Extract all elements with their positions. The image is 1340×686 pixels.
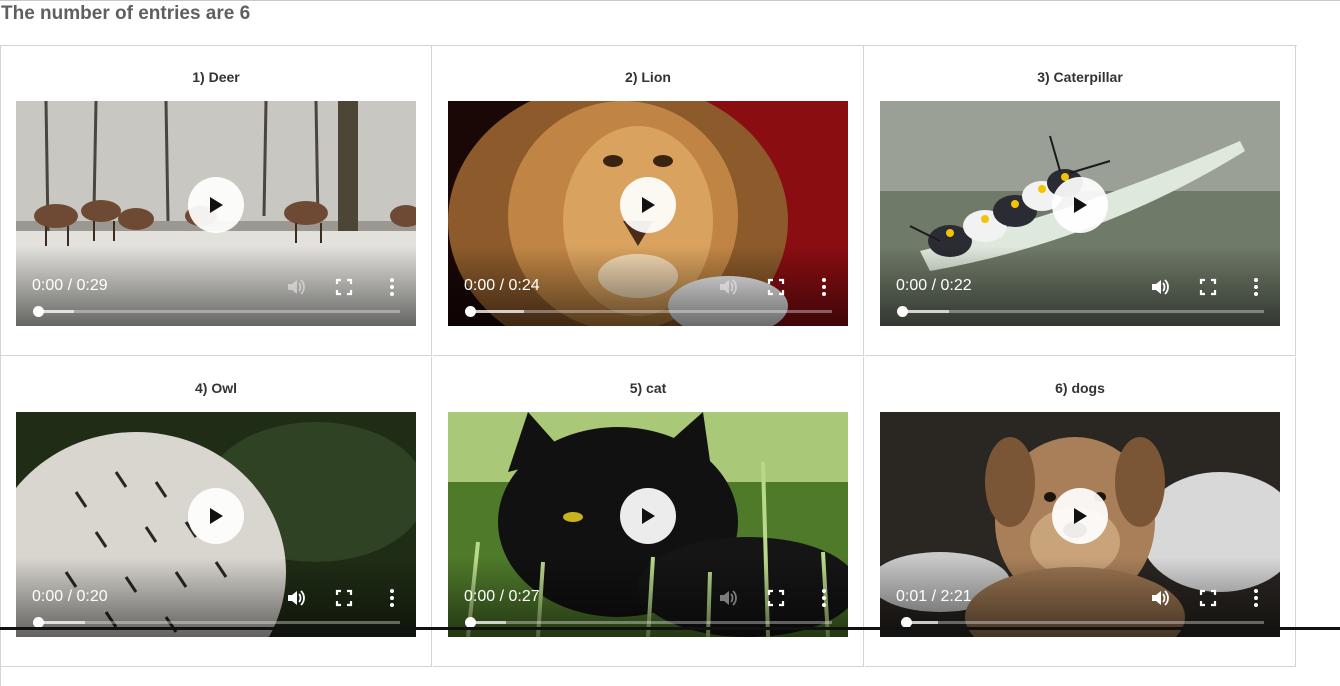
- more-vertical-icon: [822, 278, 826, 296]
- play-button[interactable]: [188, 488, 244, 544]
- buffered-bar: [38, 621, 86, 624]
- video-time: 0:00 / 0:24: [464, 277, 540, 294]
- video-player[interactable]: 0:00 / 0:24: [448, 101, 848, 326]
- video-player[interactable]: 0:00 / 0:29: [16, 101, 416, 326]
- more-vertical-icon: [390, 589, 394, 607]
- play-button[interactable]: [1052, 177, 1108, 233]
- seek-thumb[interactable]: [897, 306, 908, 317]
- video-time: 0:00 / 0:27: [464, 588, 540, 605]
- volume-button[interactable]: [286, 277, 306, 297]
- video-player[interactable]: 0:00 / 0:22: [880, 101, 1280, 326]
- more-vertical-icon: [1254, 589, 1258, 607]
- video-time: 0:01 / 2:21: [896, 588, 972, 605]
- volume-icon: [288, 279, 305, 295]
- video-card-dogs: 6) dogs 0:01 / 2:21: [865, 357, 1296, 667]
- play-icon: [1074, 197, 1087, 213]
- seek-bar[interactable]: [33, 306, 400, 317]
- fullscreen-button[interactable]: [1198, 588, 1218, 608]
- fullscreen-icon: [1199, 589, 1217, 607]
- video-card-owl: 4) Owl 0:00 / 0:20: [1, 357, 432, 667]
- volume-icon: [720, 279, 737, 295]
- fullscreen-icon: [335, 278, 353, 296]
- play-button[interactable]: [1052, 488, 1108, 544]
- fullscreen-icon: [767, 278, 785, 296]
- volume-button[interactable]: [1150, 277, 1170, 297]
- more-options-button[interactable]: [1246, 277, 1266, 297]
- volume-button[interactable]: [718, 588, 738, 608]
- seek-bar[interactable]: [900, 617, 1264, 628]
- play-icon: [642, 197, 655, 213]
- buffered-bar: [470, 310, 525, 313]
- video-time: 0:00 / 0:20: [32, 588, 108, 605]
- more-vertical-icon: [822, 589, 826, 607]
- video-title: 4) Owl: [194, 380, 237, 396]
- video-card-cat: 5) cat 0:00 / 0:27: [433, 357, 864, 667]
- volume-icon: [288, 590, 305, 606]
- video-card-caterpillar: 3) Caterpillar 0:00 / 0:22: [865, 46, 1296, 356]
- video-time: 0:00 / 0:22: [896, 277, 972, 294]
- seek-bar[interactable]: [33, 617, 400, 628]
- video-title: 3) Caterpillar: [1037, 69, 1123, 85]
- more-options-button[interactable]: [814, 588, 834, 608]
- fullscreen-icon: [1199, 278, 1217, 296]
- play-button[interactable]: [188, 177, 244, 233]
- entries-count-heading: The number of entries are 6: [1, 3, 251, 24]
- more-options-button[interactable]: [382, 588, 402, 608]
- play-icon: [210, 197, 223, 213]
- more-vertical-icon: [1254, 278, 1258, 296]
- video-time: 0:00 / 0:29: [32, 277, 108, 294]
- more-options-button[interactable]: [814, 277, 834, 297]
- volume-icon: [1152, 590, 1169, 606]
- more-options-button[interactable]: [382, 277, 402, 297]
- seek-bar[interactable]: [897, 306, 1264, 317]
- top-divider: [0, 0, 1340, 1]
- fullscreen-button[interactable]: [766, 277, 786, 297]
- fullscreen-icon: [335, 589, 353, 607]
- buffered-bar: [902, 310, 950, 313]
- fullscreen-button[interactable]: [334, 588, 354, 608]
- fullscreen-icon: [767, 589, 785, 607]
- fullscreen-button[interactable]: [334, 277, 354, 297]
- more-options-button[interactable]: [1246, 588, 1266, 608]
- play-icon: [1074, 508, 1087, 524]
- play-icon: [642, 508, 655, 524]
- seek-thumb[interactable]: [33, 306, 44, 317]
- video-card-lion: 2) Lion 0:00 / 0:24: [433, 46, 864, 356]
- seek-thumb[interactable]: [465, 306, 476, 317]
- video-card-deer: 1) Deer 0:00 / 0:29: [1, 46, 432, 356]
- volume-icon: [720, 590, 737, 606]
- fullscreen-button[interactable]: [1198, 277, 1218, 297]
- volume-button[interactable]: [1150, 588, 1170, 608]
- video-title: 2) Lion: [625, 69, 671, 85]
- seek-bar[interactable]: [465, 306, 832, 317]
- volume-button[interactable]: [718, 277, 738, 297]
- play-button[interactable]: [620, 488, 676, 544]
- video-player[interactable]: 0:00 / 0:27: [448, 412, 848, 637]
- video-player[interactable]: 0:01 / 2:21: [880, 412, 1280, 637]
- more-vertical-icon: [390, 278, 394, 296]
- video-grid: 1) Deer 0:00 / 0:29 2) Lion 0:00 / 0:24 …: [0, 45, 1297, 686]
- volume-button[interactable]: [286, 588, 306, 608]
- video-player[interactable]: 0:00 / 0:20: [16, 412, 416, 637]
- video-title: 6) dogs: [1055, 380, 1105, 396]
- video-title: 1) Deer: [192, 69, 240, 85]
- seek-bar[interactable]: [465, 617, 832, 628]
- fullscreen-button[interactable]: [766, 588, 786, 608]
- video-title: 5) cat: [629, 380, 667, 396]
- play-icon: [210, 508, 223, 524]
- volume-icon: [1152, 279, 1169, 295]
- play-button[interactable]: [620, 177, 676, 233]
